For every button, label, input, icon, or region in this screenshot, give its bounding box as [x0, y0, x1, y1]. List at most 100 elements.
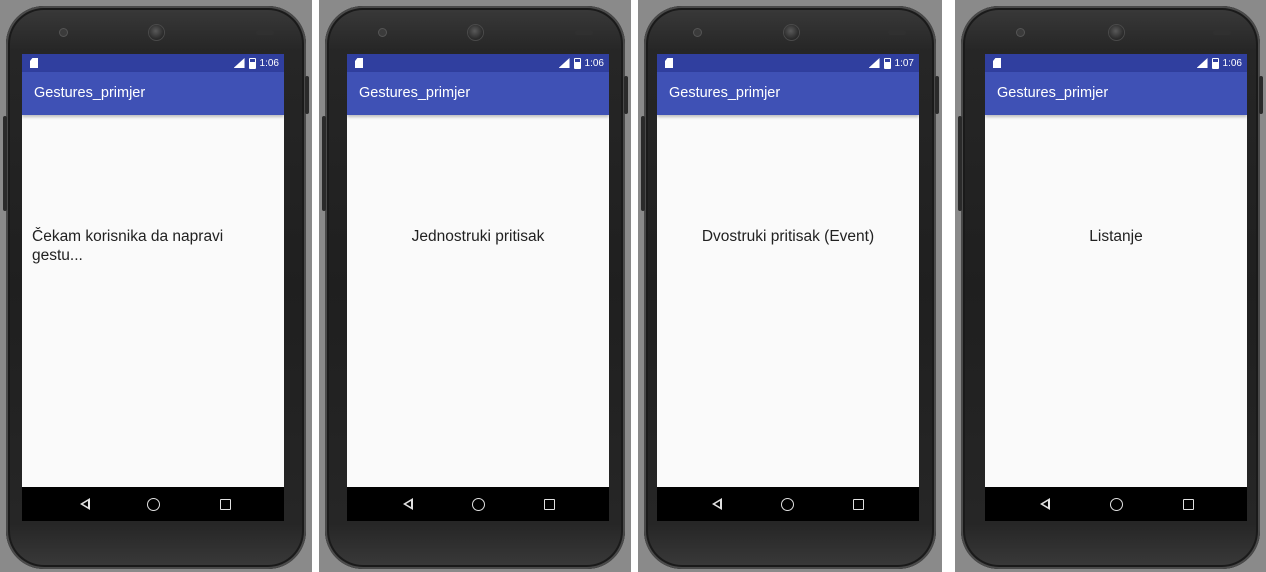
- back-icon: [1040, 498, 1050, 510]
- network-type: 3G: [860, 55, 870, 62]
- phone-frame: 3G 1:06 Gestures_primjer Čekam korisnika…: [3, 6, 309, 569]
- phone-frame: 3G 1:06 Gestures_primjer Listanje: [958, 6, 1263, 569]
- sensor-icon: [1213, 30, 1231, 35]
- volume-button[interactable]: [305, 76, 309, 114]
- recents-icon: [852, 498, 864, 510]
- battery-icon: [1211, 57, 1219, 69]
- power-button[interactable]: [322, 116, 326, 211]
- status-bar: 3G 1:07: [657, 54, 919, 72]
- recents-button[interactable]: [850, 496, 866, 512]
- volume-button[interactable]: [1259, 76, 1263, 114]
- signal-icon: 3G: [868, 58, 880, 68]
- app-bar: Gestures_primjer: [22, 72, 284, 115]
- sensor-icon: [575, 30, 593, 35]
- signal-icon: 3G: [558, 58, 570, 68]
- app-bar: Gestures_primjer: [347, 72, 609, 115]
- earpiece-icon: [468, 25, 483, 40]
- gesture-area[interactable]: Listanje: [985, 115, 1247, 487]
- home-icon: [471, 497, 485, 511]
- sd-card-icon: [30, 58, 38, 68]
- power-button[interactable]: [3, 116, 7, 211]
- front-camera-icon: [379, 29, 386, 36]
- home-button[interactable]: [1108, 496, 1124, 512]
- battery-icon: [573, 57, 581, 69]
- app-title: Gestures_primjer: [997, 85, 1109, 101]
- status-bar: 3G 1:06: [22, 54, 284, 72]
- phone-frame: 3G 1:06 Gestures_primjer Jednostruki pri…: [322, 6, 628, 569]
- back-icon: [80, 498, 90, 510]
- battery-icon: [883, 57, 891, 69]
- back-button[interactable]: [709, 496, 725, 512]
- phone-panel-2: 3G 1:06 Gestures_primjer Jednostruki pri…: [319, 0, 631, 572]
- recents-button[interactable]: [541, 496, 557, 512]
- navigation-bar: [657, 487, 919, 521]
- status-icons: 3G 1:06: [1196, 56, 1242, 70]
- network-type: 3G: [225, 55, 235, 62]
- network-type: 3G: [1188, 55, 1198, 62]
- front-camera-icon: [1017, 29, 1024, 36]
- power-button[interactable]: [958, 116, 962, 211]
- earpiece-icon: [784, 25, 799, 40]
- volume-button[interactable]: [624, 76, 628, 114]
- phone-panel-1: 3G 1:06 Gestures_primjer Čekam korisnika…: [0, 0, 312, 572]
- gesture-area[interactable]: Jednostruki pritisak: [347, 115, 609, 487]
- back-button[interactable]: [77, 496, 93, 512]
- gesture-status-text: Dvostruki pritisak (Event): [701, 228, 875, 245]
- app-title: Gestures_primjer: [34, 85, 146, 101]
- status-icons: 3G 1:07: [868, 56, 914, 70]
- sd-card-icon: [355, 58, 363, 68]
- navigation-bar: [347, 487, 609, 521]
- volume-button[interactable]: [935, 76, 939, 114]
- home-button[interactable]: [470, 496, 486, 512]
- back-button[interactable]: [400, 496, 416, 512]
- app-title: Gestures_primjer: [359, 85, 471, 101]
- screen: 3G 1:06 Gestures_primjer Čekam korisnika…: [22, 54, 284, 521]
- status-time: 1:06: [1222, 57, 1242, 69]
- front-camera-icon: [694, 29, 701, 36]
- gesture-area[interactable]: Čekam korisnika da napravi gestu...: [22, 115, 284, 487]
- phone-frame: 3G 1:07 Gestures_primjer Dvostruki priti…: [641, 6, 939, 569]
- screen: 3G 1:06 Gestures_primjer Jednostruki pri…: [347, 54, 609, 521]
- gesture-status-text: Jednostruki pritisak: [411, 228, 545, 245]
- signal-icon: 3G: [1196, 58, 1208, 68]
- gesture-status-text: Listanje: [1089, 228, 1143, 245]
- phone-panel-4: 3G 1:06 Gestures_primjer Listanje: [955, 0, 1266, 572]
- back-icon: [712, 498, 722, 510]
- signal-icon: 3G: [233, 58, 245, 68]
- status-time: 1:06: [259, 57, 279, 69]
- back-icon: [403, 498, 413, 510]
- status-icons: 3G 1:06: [558, 56, 604, 70]
- recents-button[interactable]: [217, 496, 233, 512]
- status-bar: 3G 1:06: [985, 54, 1247, 72]
- navigation-bar: [985, 487, 1247, 521]
- power-button[interactable]: [641, 116, 645, 211]
- status-icons: 3G 1:06: [233, 56, 279, 70]
- status-time: 1:06: [584, 57, 604, 69]
- earpiece-icon: [149, 25, 164, 40]
- phone-panel-3: 3G 1:07 Gestures_primjer Dvostruki priti…: [638, 0, 942, 572]
- gesture-area[interactable]: Dvostruki pritisak (Event): [657, 115, 919, 487]
- earpiece-icon: [1109, 25, 1124, 40]
- status-bar: 3G 1:06: [347, 54, 609, 72]
- back-button[interactable]: [1037, 496, 1053, 512]
- sensor-icon: [888, 30, 906, 35]
- sd-card-icon: [665, 58, 673, 68]
- app-bar: Gestures_primjer: [657, 72, 919, 115]
- sensor-icon: [256, 30, 274, 35]
- screen: 3G 1:06 Gestures_primjer Listanje: [985, 54, 1247, 521]
- home-icon: [1109, 497, 1123, 511]
- app-bar: Gestures_primjer: [985, 72, 1247, 115]
- battery-icon: [248, 57, 256, 69]
- home-icon: [146, 497, 160, 511]
- home-button[interactable]: [145, 496, 161, 512]
- home-button[interactable]: [779, 496, 795, 512]
- recents-icon: [219, 498, 231, 510]
- screen: 3G 1:07 Gestures_primjer Dvostruki priti…: [657, 54, 919, 521]
- network-type: 3G: [550, 55, 560, 62]
- front-camera-icon: [60, 29, 67, 36]
- recents-button[interactable]: [1180, 496, 1196, 512]
- recents-icon: [1182, 498, 1194, 510]
- home-icon: [780, 497, 794, 511]
- sd-card-icon: [993, 58, 1001, 68]
- navigation-bar: [22, 487, 284, 521]
